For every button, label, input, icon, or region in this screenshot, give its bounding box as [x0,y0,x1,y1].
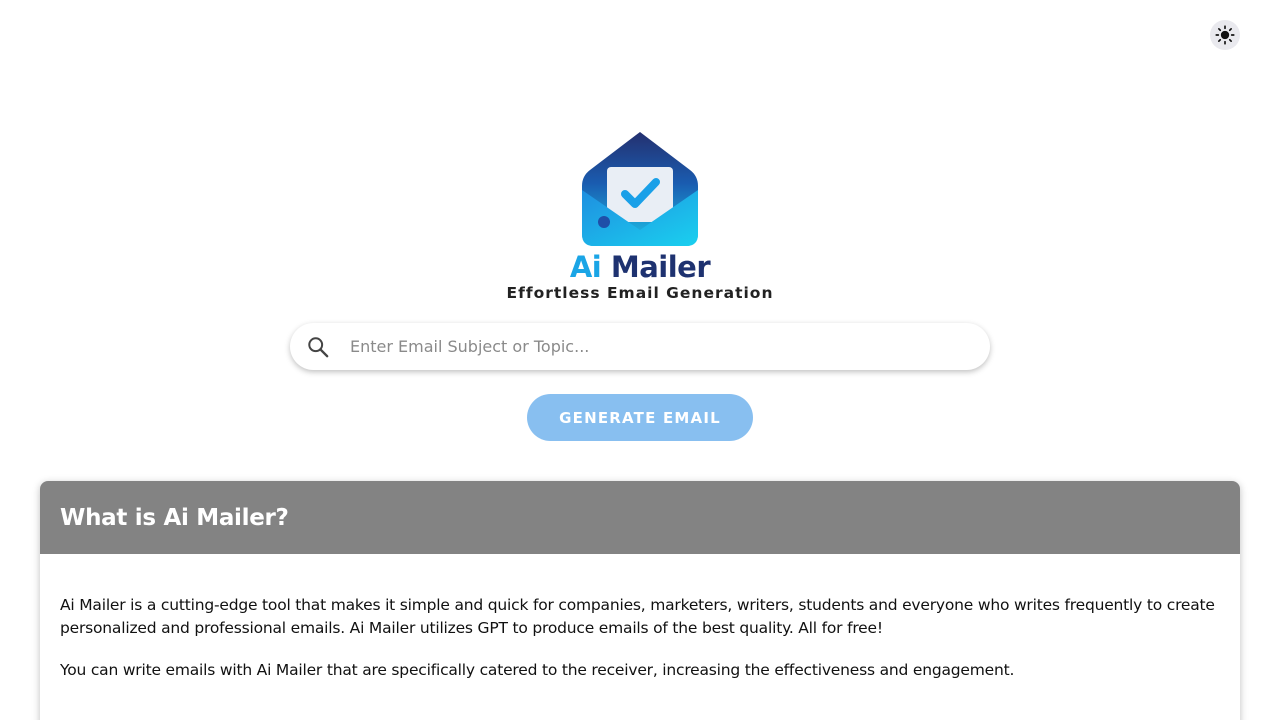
search-bar [290,323,990,370]
info-paragraph: Ai Mailer is a cutting-edge tool that ma… [60,596,1215,637]
brand-tagline: Effortless Email Generation [506,284,774,302]
search-icon [308,336,329,357]
brand-name-mailer: Mailer [610,250,711,284]
info-card-body: Ai Mailer is a cutting-edge tool that ma… [40,554,1240,682]
info-card-header: What is Ai Mailer? [40,481,1240,554]
generate-email-button[interactable]: GENERATE EMAIL [527,394,753,441]
brand-name: Ai Mailer [0,250,1280,284]
envelope-check-icon [582,132,698,246]
sun-icon [1215,25,1235,45]
theme-toggle-button[interactable] [1210,20,1240,50]
info-card: What is Ai Mailer? Ai Mailer is a cuttin… [40,481,1240,720]
info-card-title: What is Ai Mailer? [60,504,289,531]
brand-name-ai: Ai [569,250,602,284]
info-paragraph: You can write emails with Ai Mailer that… [60,661,1015,679]
email-topic-input[interactable] [350,331,950,362]
